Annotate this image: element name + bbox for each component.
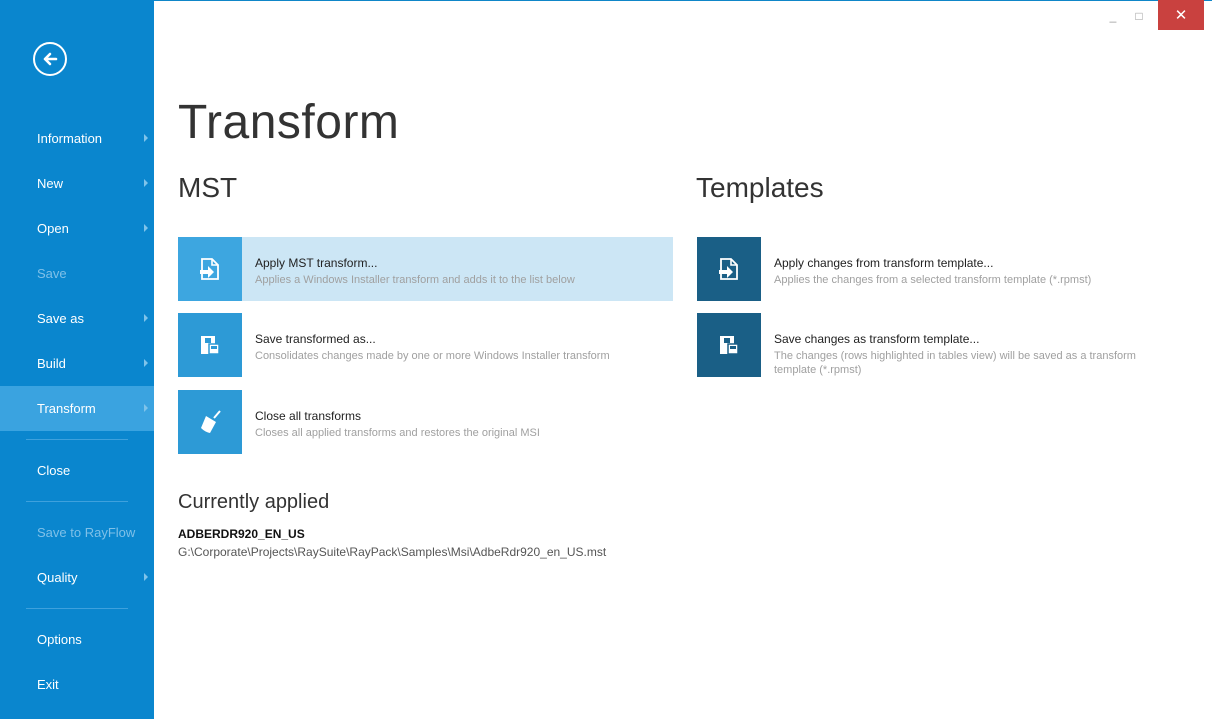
save-icon: [697, 313, 761, 377]
chevron-right-icon: [144, 314, 148, 322]
sidebar-item-open[interactable]: Open: [0, 206, 154, 251]
action-label: Save transformed as...: [255, 332, 376, 346]
chevron-right-icon: [144, 134, 148, 142]
sidebar-nav: Information New Open Save Save as Build …: [0, 116, 154, 707]
action-description: The changes (rows highlighted in tables …: [774, 350, 1136, 376]
sidebar-item-label: New: [37, 176, 64, 191]
sidebar-item-save-as[interactable]: Save as: [0, 296, 154, 341]
sidebar-item-label: Open: [37, 221, 69, 236]
apply-template-button[interactable]: Apply changes from transform template...…: [697, 237, 1192, 301]
broom-icon: [178, 390, 242, 454]
save-transformed-as-button[interactable]: Save transformed as... Consolidates chan…: [178, 313, 673, 377]
maximize-button[interactable]: □: [1126, 0, 1152, 32]
sidebar-item-build[interactable]: Build: [0, 341, 154, 386]
document-apply-icon: [697, 237, 761, 301]
page-title: Transform: [178, 96, 400, 149]
action-description: Applies the changes from a selected tran…: [774, 274, 1092, 286]
applied-transform-name[interactable]: ADBERDR920_EN_US: [178, 527, 305, 541]
chevron-right-icon: [144, 359, 148, 367]
action-label: Apply changes from transform template...: [774, 256, 994, 270]
action-description: Closes all applied transforms and restor…: [255, 427, 540, 439]
sidebar-divider: [26, 501, 128, 502]
save-icon: [178, 313, 242, 377]
sidebar-item-label: Options: [37, 632, 82, 647]
close-window-button[interactable]: ✕: [1158, 0, 1204, 30]
close-all-transforms-button[interactable]: Close all transforms Closes all applied …: [178, 390, 673, 454]
mst-section-title: MST: [178, 172, 238, 203]
sidebar-item-label: Save to RayFlow: [37, 525, 136, 540]
window-top-border: [154, 0, 1212, 1]
action-label: Save changes as transform template...: [774, 332, 980, 346]
sidebar-item-save-to-rayflow[interactable]: Save to RayFlow: [0, 510, 154, 555]
sidebar-item-label: Save: [37, 266, 67, 281]
sidebar-item-quality[interactable]: Quality: [0, 555, 154, 600]
backstage-sidebar: Information New Open Save Save as Build …: [0, 0, 154, 719]
sidebar-item-transform[interactable]: Transform: [0, 386, 154, 431]
sidebar-item-exit[interactable]: Exit: [0, 662, 154, 707]
save-as-template-button[interactable]: Save changes as transform template... Th…: [697, 313, 1192, 377]
chevron-right-icon: [144, 224, 148, 232]
sidebar-item-label: Transform: [37, 401, 96, 416]
templates-section-title: Templates: [696, 172, 824, 203]
back-arrow-icon: [43, 52, 58, 66]
action-description: Applies a Windows Installer transform an…: [255, 274, 575, 286]
sidebar-item-label: Build: [37, 356, 66, 371]
sidebar-item-label: Close: [37, 463, 71, 478]
currently-applied-title: Currently applied: [178, 491, 330, 513]
sidebar-item-label: Exit: [37, 677, 59, 692]
sidebar-item-new[interactable]: New: [0, 161, 154, 206]
sidebar-item-label: Information: [37, 131, 103, 146]
applied-transform-path: G:\Corporate\Projects\RaySuite\RayPack\S…: [178, 545, 607, 559]
apply-mst-transform-button[interactable]: Apply MST transform... Applies a Windows…: [178, 237, 673, 301]
action-description: Consolidates changes made by one or more…: [255, 350, 610, 362]
chevron-right-icon: [144, 404, 148, 412]
sidebar-item-close[interactable]: Close: [0, 448, 154, 493]
document-apply-icon: [178, 237, 242, 301]
sidebar-divider: [26, 608, 128, 609]
back-button[interactable]: [33, 42, 67, 76]
sidebar-divider: [26, 439, 128, 440]
sidebar-item-options[interactable]: Options: [0, 617, 154, 662]
window-controls: _ □ ✕: [1100, 0, 1212, 32]
chevron-right-icon: [144, 179, 148, 187]
sidebar-item-information[interactable]: Information: [0, 116, 154, 161]
minimize-button[interactable]: _: [1100, 0, 1126, 32]
sidebar-item-save[interactable]: Save: [0, 251, 154, 296]
action-label: Apply MST transform...: [255, 256, 378, 270]
sidebar-item-label: Quality: [37, 570, 78, 585]
sidebar-item-label: Save as: [37, 311, 84, 326]
action-label: Close all transforms: [255, 409, 362, 423]
chevron-right-icon: [144, 573, 148, 581]
